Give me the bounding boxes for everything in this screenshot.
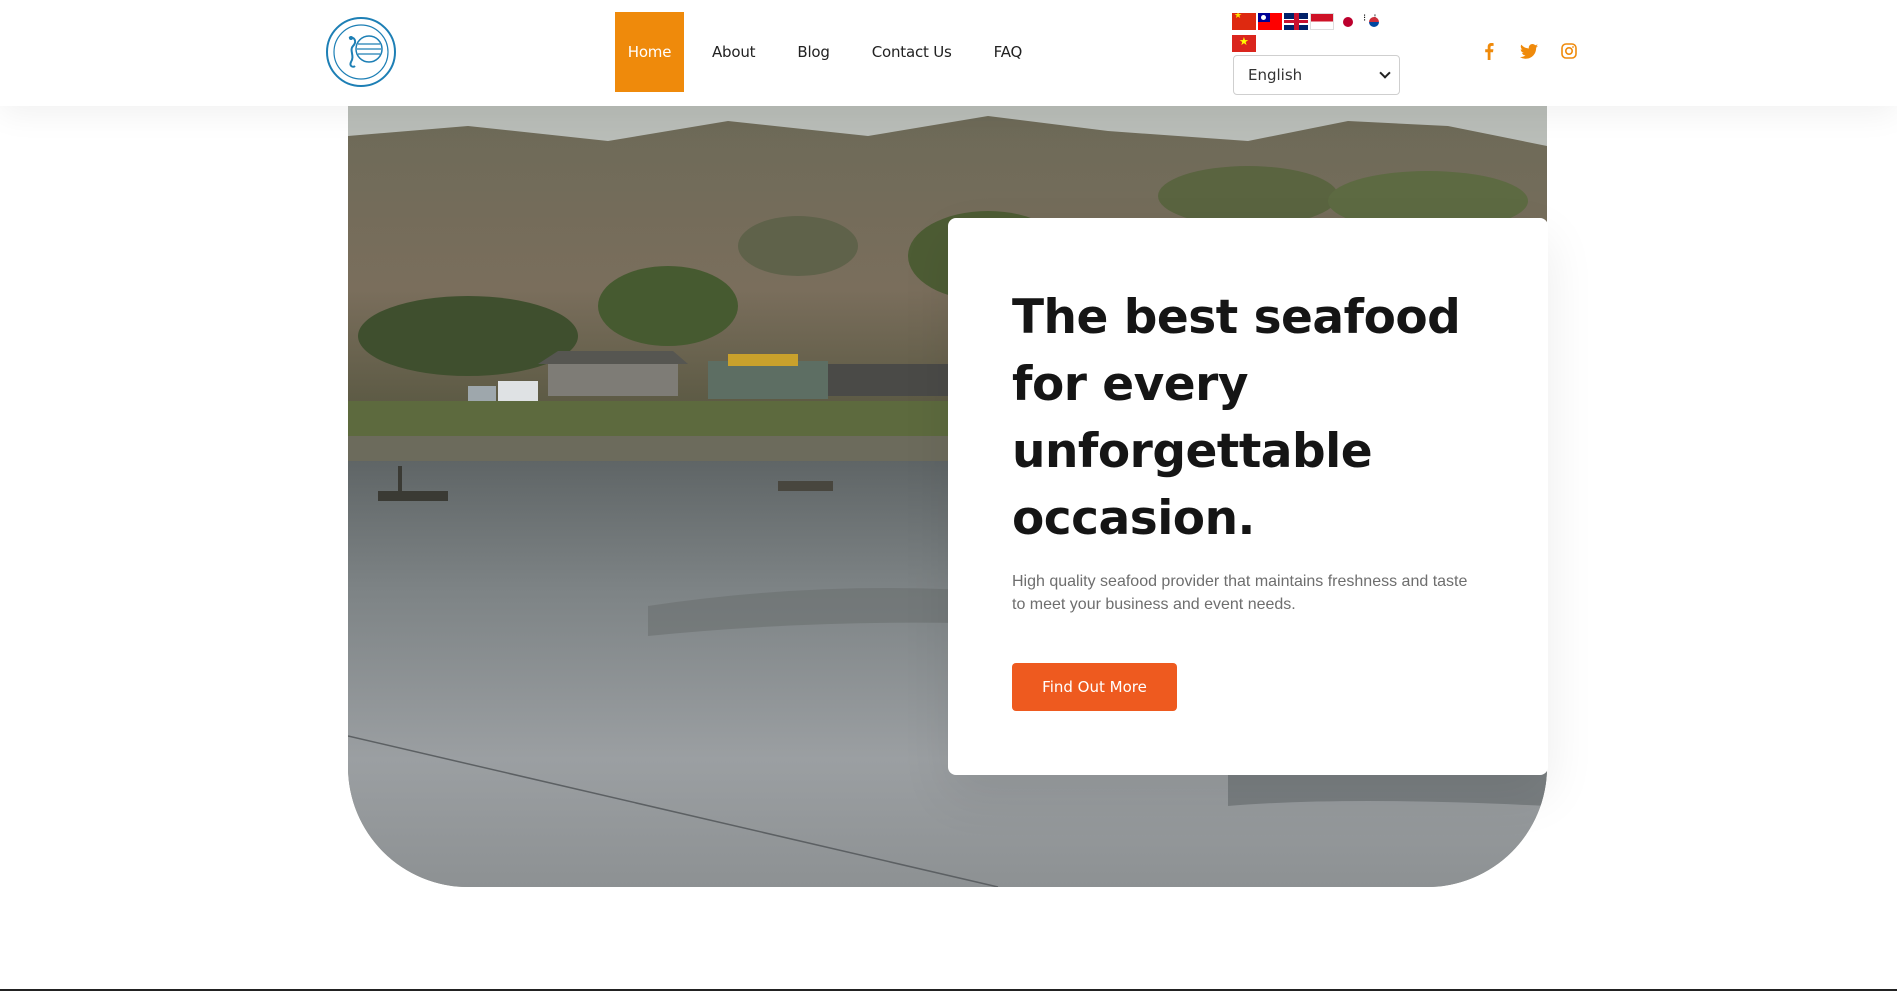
site-header: Home About Blog Contact Us FAQ English: [0, 0, 1897, 106]
language-select-value: English: [1248, 66, 1303, 84]
vietnam-flag-icon[interactable]: [1232, 35, 1256, 52]
hero-description: High quality seafood provider that maint…: [1012, 573, 1468, 613]
company-logo[interactable]: [325, 16, 397, 88]
nav-contact-us[interactable]: Contact Us: [858, 12, 966, 92]
nav-home[interactable]: Home: [615, 12, 684, 92]
hero-title: The best seafood for every unforgettable…: [1012, 290, 1461, 546]
language-flags: [1232, 13, 1392, 57]
instagram-icon[interactable]: [1560, 42, 1578, 60]
facebook-icon[interactable]: [1480, 42, 1498, 60]
nav-blog[interactable]: Blog: [783, 12, 843, 92]
find-out-more-button[interactable]: Find Out More: [1012, 663, 1177, 711]
nav-about[interactable]: About: [698, 12, 769, 92]
language-select[interactable]: English: [1233, 55, 1400, 95]
uk-flag-icon[interactable]: [1284, 13, 1308, 30]
chevron-down-icon: [1379, 67, 1391, 79]
main-nav: Home About Blog Contact Us FAQ: [615, 12, 1050, 92]
hero-card: The best seafood for every unforgettable…: [948, 218, 1548, 775]
twitter-icon[interactable]: [1520, 42, 1538, 60]
korea-flag-icon[interactable]: [1362, 13, 1386, 30]
chinese-simplified-flag-icon[interactable]: [1232, 13, 1256, 30]
japan-flag-icon[interactable]: [1336, 13, 1360, 30]
nav-faq[interactable]: FAQ: [980, 12, 1036, 92]
indonesia-flag-icon[interactable]: [1310, 13, 1334, 30]
chinese-traditional-flag-icon[interactable]: [1258, 13, 1282, 30]
social-links: [1480, 42, 1578, 60]
